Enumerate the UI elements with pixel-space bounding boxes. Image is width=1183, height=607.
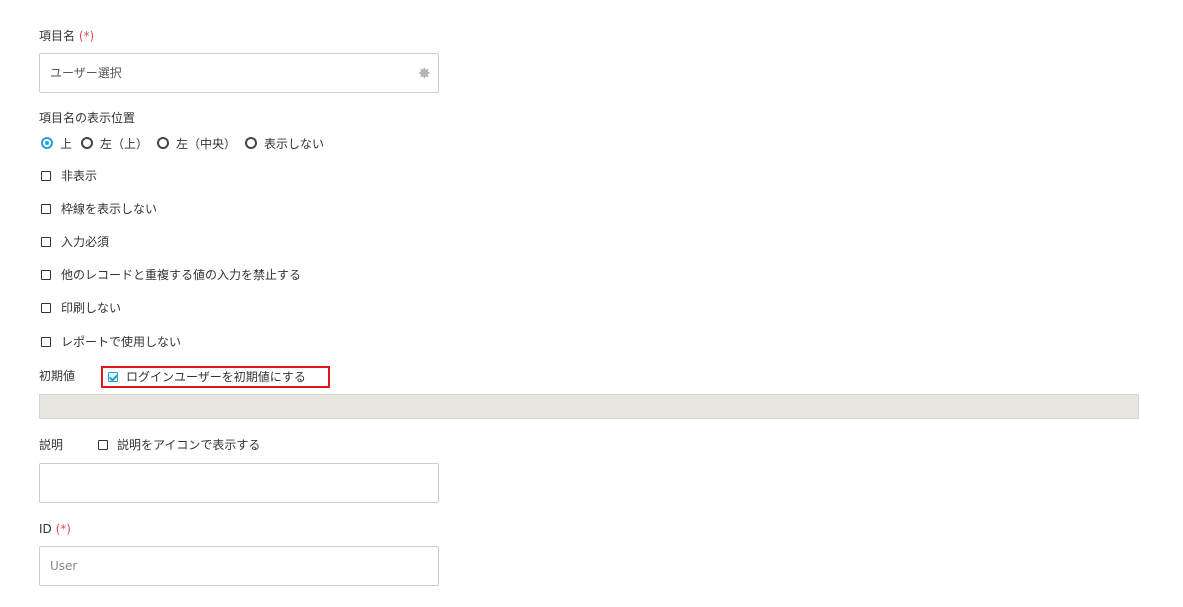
checkbox-required-label: 入力必須	[61, 235, 110, 249]
item-name-label: 項目名 (*)	[39, 29, 95, 43]
description-label: 説明	[39, 438, 64, 452]
radio-label-top: 上	[60, 136, 73, 151]
label-position-radio-group: 上 左（上） 左（中央） 表示しない	[41, 135, 333, 151]
checkbox-no-report-row[interactable]: レポートで使用しない	[41, 334, 181, 350]
checkbox-no-report[interactable]	[41, 337, 51, 347]
initial-value-field	[39, 394, 1139, 419]
radio-label-left-top: 左（上）	[100, 136, 149, 151]
checkbox-no-duplicate-label: 他のレコードと重複する値の入力を禁止する	[61, 268, 302, 282]
radio-label-hide: 表示しない	[264, 136, 325, 151]
login-user-highlight: ログインユーザーを初期値にする	[101, 366, 330, 388]
checkbox-required[interactable]	[41, 237, 51, 247]
checkbox-no-print[interactable]	[41, 303, 51, 313]
id-input[interactable]: User	[39, 546, 439, 586]
login-user-checkbox[interactable]	[108, 372, 118, 382]
description-input[interactable]	[39, 463, 439, 503]
checkbox-required-row[interactable]: 入力必須	[41, 234, 109, 250]
id-placeholder: User	[50, 559, 78, 573]
radio-top[interactable]	[41, 137, 53, 149]
checkbox-no-print-row[interactable]: 印刷しない	[41, 300, 121, 316]
item-name-input[interactable]: ユーザー選択	[39, 53, 439, 93]
radio-left-center[interactable]	[157, 137, 170, 149]
checkbox-no-report-label: レポートで使用しない	[61, 335, 182, 349]
radio-left-top[interactable]	[81, 137, 94, 149]
description-icon-checkbox[interactable]	[98, 440, 108, 450]
checkbox-no-border-label: 枠線を表示しない	[61, 202, 158, 216]
login-user-checkbox-row[interactable]: ログインユーザーを初期値にする	[108, 369, 306, 385]
label-position-heading: 項目名の表示位置	[39, 111, 136, 125]
checkbox-hidden-label: 非表示	[61, 169, 98, 183]
description-icon-checkbox-row[interactable]: 説明をアイコンで表示する	[98, 437, 260, 453]
checkbox-hidden[interactable]	[41, 171, 51, 181]
checkbox-no-border[interactable]	[41, 204, 51, 214]
checkbox-no-print-label: 印刷しない	[61, 301, 122, 315]
radio-label-left-center: 左（中央）	[176, 136, 237, 151]
radio-hide[interactable]	[245, 137, 258, 149]
item-name-value: ユーザー選択	[50, 66, 122, 80]
gear-icon[interactable]	[417, 66, 431, 80]
description-icon-checkbox-label: 説明をアイコンで表示する	[117, 438, 261, 452]
checkbox-no-border-row[interactable]: 枠線を表示しない	[41, 201, 157, 217]
id-required-mark: (*)	[55, 522, 71, 536]
checkbox-no-duplicate-row[interactable]: 他のレコードと重複する値の入力を禁止する	[41, 267, 301, 283]
required-mark: (*)	[78, 29, 95, 43]
initial-value-label: 初期値	[39, 369, 76, 383]
checkbox-hidden-row[interactable]: 非表示	[41, 168, 97, 184]
id-label: ID (*)	[39, 522, 71, 536]
login-user-checkbox-label: ログインユーザーを初期値にする	[126, 370, 306, 384]
checkbox-no-duplicate[interactable]	[41, 270, 51, 280]
